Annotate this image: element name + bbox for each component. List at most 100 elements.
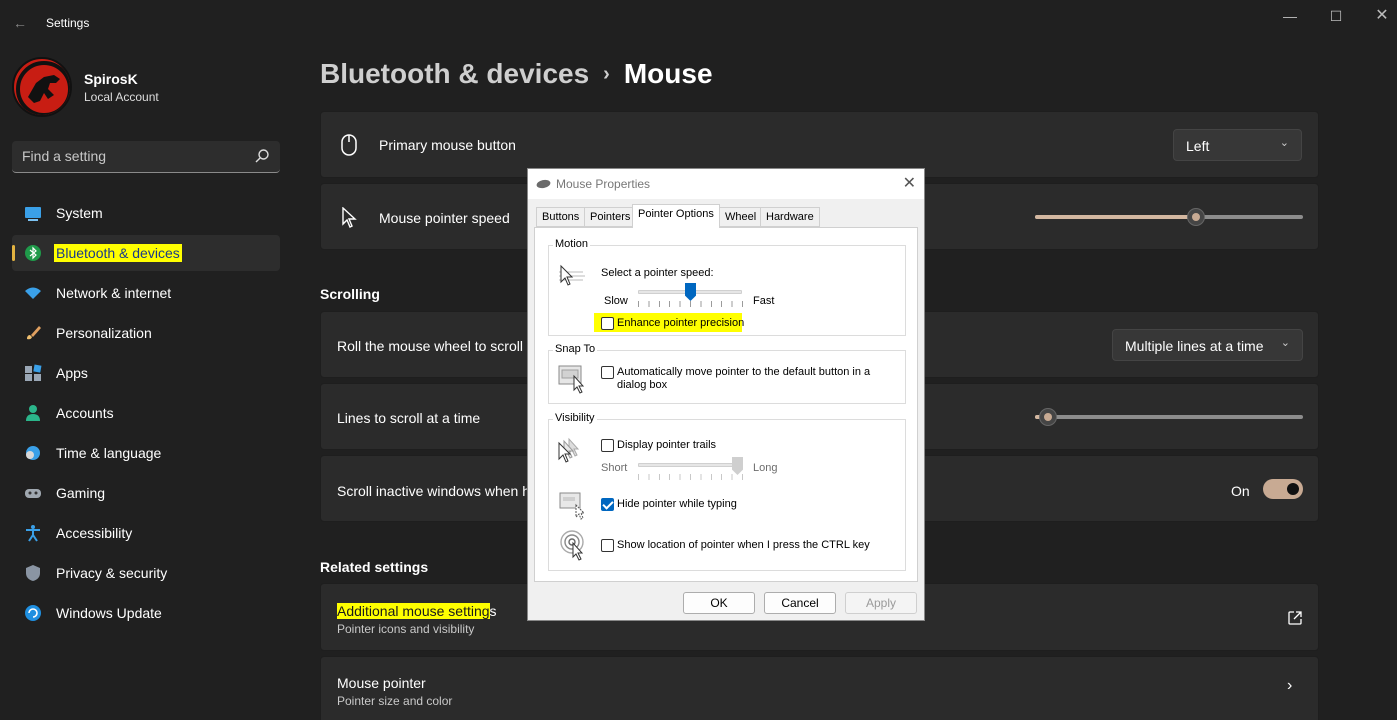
breadcrumb-separator: › <box>603 63 610 85</box>
mouse-properties-dialog: Mouse Properties ✕ Buttons Pointers Poin… <box>527 168 925 621</box>
sidebar-item-privacy[interactable]: Privacy & security <box>12 555 280 591</box>
slider-ticks <box>638 301 743 307</box>
pointer-speed-dialog-thumb[interactable] <box>685 283 696 301</box>
sidebar-item-accounts[interactable]: Accounts <box>12 395 280 431</box>
ctrl-locate-checkbox[interactable] <box>601 539 614 552</box>
sidebar-item-personalization[interactable]: Personalization <box>12 315 280 351</box>
additional-settings-sub: Pointer icons and visibility <box>337 622 475 636</box>
toggle-state: On <box>1231 483 1250 499</box>
sidebar-item-system[interactable]: System <box>12 195 280 231</box>
search-icon[interactable] <box>254 148 270 164</box>
slider-fill <box>1035 215 1196 219</box>
sidebar-item-time-language[interactable]: Time & language <box>12 435 280 471</box>
open-external-icon <box>1288 611 1302 625</box>
ok-button[interactable]: OK <box>683 592 755 614</box>
update-icon <box>25 605 41 621</box>
pointer-speed-icon <box>559 264 585 286</box>
cancel-button[interactable]: Cancel <box>764 592 836 614</box>
mouse-pointer-label: Mouse pointer <box>337 675 426 691</box>
long-label: Long <box>753 462 778 474</box>
sidebar-item-label: Time & language <box>56 445 162 461</box>
tab-buttons[interactable]: Buttons <box>536 207 586 227</box>
additional-settings-label: Additional mouse settings <box>337 603 497 619</box>
lines-scroll-slider[interactable] <box>1035 415 1303 419</box>
dialog-close-icon[interactable]: ✕ <box>903 173 916 193</box>
sidebar-item-windows-update[interactable]: Windows Update <box>12 595 280 631</box>
gamepad-icon <box>25 489 41 498</box>
enhance-precision-label[interactable]: Enhance pointer precision <box>617 317 744 329</box>
pointer-speed-slider[interactable] <box>1035 215 1303 219</box>
tab-hardware[interactable]: Hardware <box>760 207 820 227</box>
pointer-speed-thumb[interactable] <box>1187 208 1205 226</box>
hide-pointer-label[interactable]: Hide pointer while typing <box>617 498 737 510</box>
avatar[interactable] <box>12 57 72 117</box>
sidebar-item-bluetooth[interactable]: Bluetooth & devices <box>12 235 280 271</box>
enhance-precision-checkbox[interactable] <box>601 317 614 330</box>
group-title: Visibility <box>553 412 597 424</box>
chevron-right-icon: › <box>1287 677 1293 694</box>
globe-clock-icon <box>26 446 40 460</box>
snap-to-checkbox[interactable] <box>601 366 614 379</box>
dropdown-value: Left <box>1186 138 1210 154</box>
sidebar-item-label: Personalization <box>56 325 152 341</box>
search-input[interactable] <box>22 148 242 164</box>
pointer-trails-checkbox[interactable] <box>601 439 614 452</box>
search-box[interactable] <box>12 141 280 173</box>
sidebar-item-label: Privacy & security <box>56 565 168 581</box>
roll-wheel-dropdown[interactable]: Multiple lines at a time ⌄ <box>1112 329 1303 361</box>
highlighted-label: Additional mouse setting <box>337 603 490 619</box>
maximize-icon[interactable]: ☐ <box>1313 7 1359 25</box>
apps-icon <box>25 364 42 381</box>
sidebar-item-label: System <box>56 205 103 221</box>
person-icon <box>26 405 40 421</box>
snap-to-group: Snap To Automatically move pointer to th… <box>548 343 906 404</box>
sidebar-item-label: Apps <box>56 365 88 381</box>
sidebar-item-gaming[interactable]: Gaming <box>12 475 280 511</box>
breadcrumb-parent[interactable]: Bluetooth & devices <box>320 58 589 89</box>
tab-wheel[interactable]: Wheel <box>719 207 763 227</box>
group-title: Snap To <box>553 343 598 355</box>
cursor-icon <box>342 207 357 228</box>
brush-icon <box>27 326 41 340</box>
pointer-trails-icon <box>558 437 580 463</box>
slow-label: Slow <box>604 295 628 307</box>
pointer-speed-label: Mouse pointer speed <box>379 210 510 226</box>
mouse-pointer-card[interactable]: Mouse pointer Pointer size and color › <box>320 656 1319 720</box>
breadcrumb: Bluetooth & devices › Mouse <box>320 58 713 90</box>
back-arrow-icon[interactable]: ← <box>10 14 30 32</box>
scroll-inactive-toggle[interactable] <box>1263 479 1303 499</box>
mouse-pointer-sub: Pointer size and color <box>337 694 453 708</box>
ctrl-locate-label[interactable]: Show location of pointer when I press th… <box>617 539 870 551</box>
avatar-logo-icon <box>16 61 70 115</box>
sidebar-item-label: Gaming <box>56 485 106 501</box>
mouse-icon <box>341 134 357 156</box>
dialog-title: Mouse Properties <box>556 177 651 191</box>
motion-group: Motion Select a pointer speed: Slow Fast… <box>548 238 906 336</box>
lines-scroll-thumb[interactable] <box>1039 408 1057 426</box>
lines-scroll-label: Lines to scroll at a time <box>337 410 481 426</box>
tab-pointers[interactable]: Pointers <box>584 207 637 227</box>
label-rest: s <box>489 603 497 619</box>
tab-pointer-options[interactable]: Pointer Options <box>632 204 720 228</box>
minimize-icon[interactable]: — <box>1267 7 1313 25</box>
hide-pointer-checkbox[interactable] <box>601 498 614 511</box>
sidebar-item-apps[interactable]: Apps <box>12 355 280 391</box>
visibility-group: Visibility Display pointer trails Short … <box>548 412 906 571</box>
mouse-icon <box>536 179 551 189</box>
hide-pointer-icon <box>559 492 586 520</box>
apply-button[interactable]: Apply <box>845 592 917 614</box>
ctrl-locate-icon <box>560 530 584 561</box>
roll-wheel-label: Roll the mouse wheel to scroll <box>337 338 523 354</box>
tab-panel: Motion Select a pointer speed: Slow Fast… <box>534 227 918 582</box>
primary-button-dropdown[interactable]: Left ⌄ <box>1173 129 1302 161</box>
trails-thumb <box>732 457 743 475</box>
snap-to-label[interactable]: Automatically move pointer to the defaul… <box>617 366 885 392</box>
pointer-trails-label[interactable]: Display pointer trails <box>617 439 716 451</box>
sidebar-item-label: Accounts <box>56 405 114 421</box>
sidebar-item-accessibility[interactable]: Accessibility <box>12 515 280 551</box>
account-type: Local Account <box>84 90 159 104</box>
accessibility-icon <box>26 525 40 542</box>
close-icon[interactable]: ✕ <box>1359 7 1397 25</box>
sidebar-item-network[interactable]: Network & internet <box>12 275 280 311</box>
wifi-icon <box>25 287 41 299</box>
